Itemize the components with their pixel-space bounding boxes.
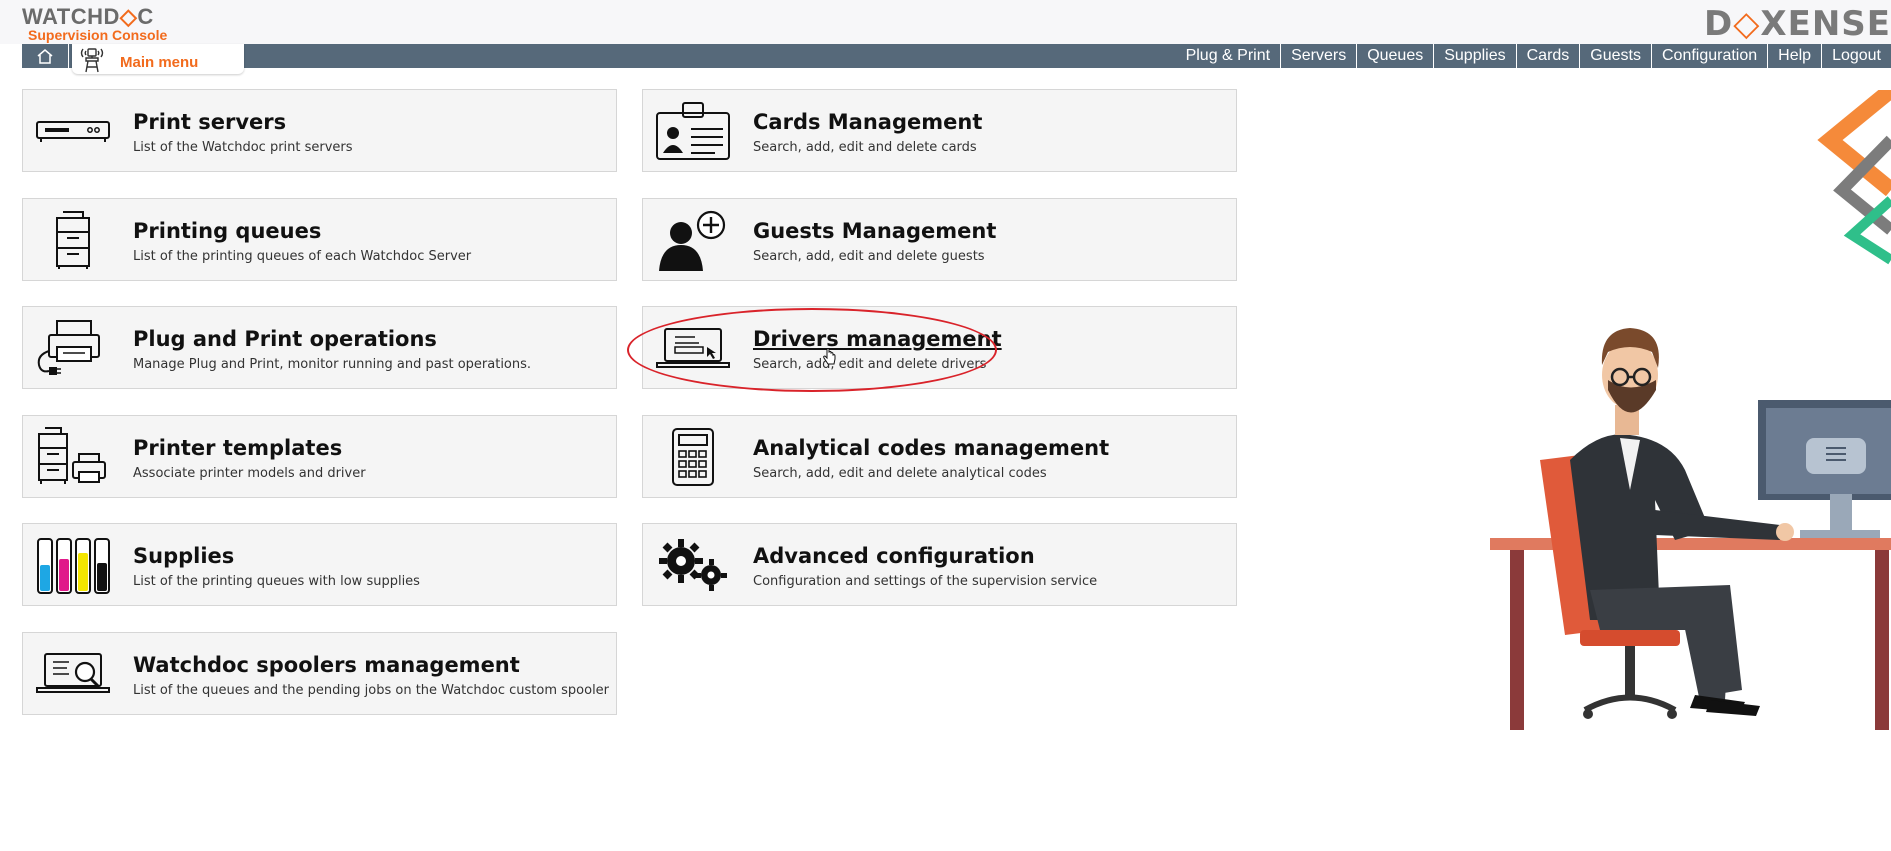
tile-analytical-codes[interactable]: Analytical codes management Search, add,… — [642, 415, 1237, 498]
tile-description: Manage Plug and Print, monitor running a… — [133, 357, 532, 372]
nav-cards[interactable]: Cards — [1515, 44, 1580, 68]
tile-title: Drivers management — [753, 327, 1002, 351]
main-navbar: Main menu Plug & Print Servers Queues Su… — [22, 44, 1891, 74]
man-at-computer-illustration — [1490, 83, 1891, 730]
tile-description: List of the Watchdoc print servers — [133, 140, 353, 155]
tile-supplies[interactable]: Supplies List of the printing queues wit… — [22, 523, 617, 606]
logo-subtitle: Supervision Console — [28, 27, 168, 43]
tile-title: Cards Management — [753, 110, 983, 134]
tile-description: List of the printing queues of each Watc… — [133, 249, 472, 264]
nav-plug-print[interactable]: Plug & Print — [1176, 44, 1280, 68]
tile-advanced-configuration[interactable]: Advanced configuration Configuration and… — [642, 523, 1237, 606]
tile-printing-queues[interactable]: Printing queues List of the printing que… — [22, 198, 617, 281]
plug-printer-icon — [35, 317, 111, 379]
decorative-chevrons-icon — [1817, 83, 1891, 265]
app-header: WATCHD◇C Supervision Console D◇XENSE — [0, 0, 1891, 44]
tile-description: Configuration and settings of the superv… — [753, 574, 1098, 589]
logo-brand: WATCHD◇C — [22, 4, 154, 29]
antenna-tower-icon — [72, 44, 112, 74]
tile-title: Print servers — [133, 110, 287, 134]
hero-illustration — [1480, 83, 1891, 740]
main-menu-tab[interactable]: Main menu — [72, 44, 244, 74]
calculator-icon — [655, 426, 731, 488]
tile-title: Guests Management — [753, 219, 997, 243]
tile-cards-management[interactable]: Cards Management Search, add, edit and d… — [642, 89, 1237, 172]
nav-logout[interactable]: Logout — [1821, 44, 1891, 68]
tile-spoolers-management[interactable]: Watchdoc spoolers management List of the… — [22, 632, 617, 715]
main-menu-label: Main menu — [120, 53, 199, 71]
tile-title: Advanced configuration — [753, 544, 1035, 568]
watchdoc-logo[interactable]: WATCHD◇C Supervision Console — [22, 4, 168, 43]
tile-drivers-management[interactable]: Drivers management Search, add, edit and… — [642, 306, 1237, 389]
printer-stack-icon — [35, 209, 111, 271]
tile-title: Printing queues — [133, 219, 322, 243]
tile-guests-management[interactable]: Guests Management Search, add, edit and … — [642, 198, 1237, 281]
tile-description: Search, add, edit and delete analytical … — [753, 466, 1047, 481]
hand-cursor-icon — [823, 348, 836, 365]
tile-printer-templates[interactable]: Printer templates Associate printer mode… — [22, 415, 617, 498]
tile-description: List of the queues and the pending jobs … — [133, 683, 610, 698]
gears-icon — [655, 534, 731, 596]
tile-description: Search, add, edit and delete cards — [753, 140, 977, 155]
home-icon — [37, 49, 53, 64]
tile-description: Search, add, edit and delete drivers — [753, 357, 987, 372]
nav-servers[interactable]: Servers — [1280, 44, 1356, 68]
nav-supplies[interactable]: Supplies — [1433, 44, 1515, 68]
nav-configuration[interactable]: Configuration — [1650, 44, 1767, 68]
tile-title: Printer templates — [133, 436, 343, 460]
tile-description: List of the printing queues with low sup… — [133, 574, 420, 589]
home-button[interactable] — [22, 44, 69, 68]
nav-help[interactable]: Help — [1767, 44, 1821, 68]
tile-title: Watchdoc spoolers management — [133, 653, 520, 677]
tile-plug-print-operations[interactable]: Plug and Print operations Manage Plug an… — [22, 306, 617, 389]
print-server-icon — [35, 100, 111, 162]
ink-cartridges-icon — [35, 534, 111, 596]
printer-template-icon — [35, 426, 111, 488]
add-guest-icon — [655, 209, 731, 271]
tile-title: Supplies — [133, 544, 235, 568]
tile-description: Search, add, edit and delete guests — [753, 249, 985, 264]
tile-description: Associate printer models and driver — [133, 466, 366, 481]
nav-guests[interactable]: Guests — [1579, 44, 1651, 68]
laptop-icon — [655, 317, 731, 379]
logo-diamond: ◇ — [119, 4, 138, 29]
tile-print-servers[interactable]: Print servers List of the Watchdoc print… — [22, 89, 617, 172]
tile-title: Plug and Print operations — [133, 327, 437, 351]
id-card-icon — [655, 100, 731, 162]
nav-queues[interactable]: Queues — [1356, 44, 1433, 68]
tile-title: Analytical codes management — [753, 436, 1110, 460]
laptop-search-icon — [35, 643, 111, 705]
nav-items: Plug & Print Servers Queues Supplies Car… — [1176, 44, 1891, 68]
doxense-logo: D◇XENSE — [1704, 4, 1891, 44]
